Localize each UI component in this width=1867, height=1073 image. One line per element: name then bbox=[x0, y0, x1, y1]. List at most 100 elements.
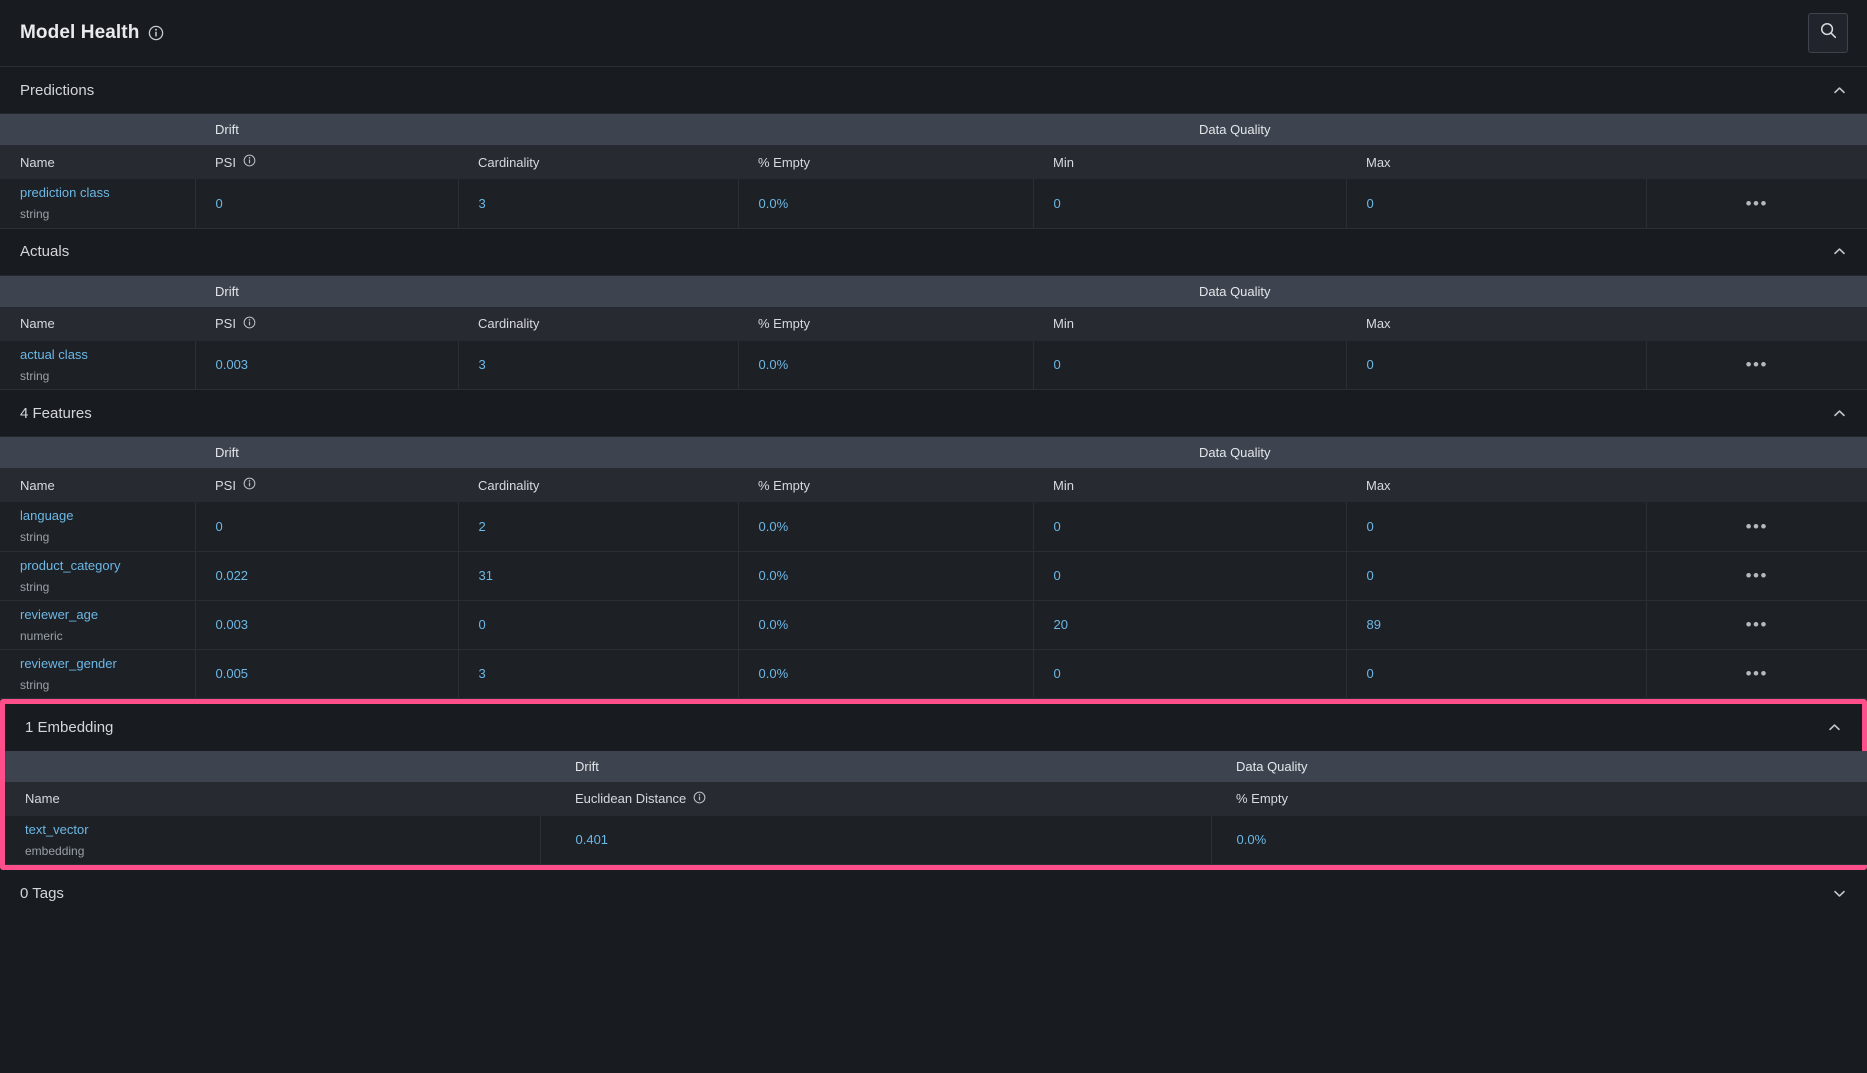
cell-max[interactable]: 0 bbox=[1346, 551, 1647, 601]
row-overflow-menu-icon[interactable]: ••• bbox=[1746, 567, 1768, 584]
col-psi[interactable]: PSI bbox=[195, 468, 458, 502]
col-pct-empty[interactable]: % Empty bbox=[1211, 782, 1867, 816]
cell-max[interactable]: 0 bbox=[1346, 649, 1647, 699]
feature-name-link[interactable]: reviewer_gender bbox=[20, 657, 195, 670]
cell-psi[interactable]: 0 bbox=[195, 502, 459, 552]
cell-psi[interactable]: 0.005 bbox=[195, 649, 459, 699]
cell-psi[interactable]: 0 bbox=[195, 179, 459, 229]
feature-name-link[interactable]: product_category bbox=[20, 559, 195, 572]
table-row: prediction class string 0 3 0.0% 0 0 ••• bbox=[0, 179, 1867, 229]
cell-max[interactable]: 0 bbox=[1346, 340, 1647, 390]
row-overflow-menu-icon[interactable]: ••• bbox=[1746, 665, 1768, 682]
cell-max[interactable]: 0 bbox=[1346, 502, 1647, 552]
feature-name-link[interactable]: language bbox=[20, 509, 195, 522]
col-name[interactable]: Name bbox=[0, 468, 195, 502]
cell-cardinality[interactable]: 3 bbox=[458, 340, 739, 390]
col-max[interactable]: Max bbox=[1346, 307, 1646, 341]
cell-actions: ••• bbox=[1646, 649, 1867, 699]
group-header-row: Drift Data Quality bbox=[0, 437, 1867, 468]
cell-psi[interactable]: 0.003 bbox=[195, 340, 459, 390]
col-cardinality[interactable]: Cardinality bbox=[458, 468, 738, 502]
col-pct-empty[interactable]: % Empty bbox=[738, 307, 1033, 341]
cell-pct-empty[interactable]: 0.0% bbox=[738, 179, 1034, 229]
row-overflow-menu-icon[interactable]: ••• bbox=[1746, 195, 1768, 212]
cell-pct-empty[interactable]: 0.0% bbox=[738, 340, 1034, 390]
col-psi-label: PSI bbox=[215, 316, 236, 331]
cell-pct-empty[interactable]: 0.0% bbox=[738, 551, 1034, 601]
cell-psi[interactable]: 0.003 bbox=[195, 600, 459, 650]
section-predictions: Predictions Drift Data Quality Name PSI … bbox=[0, 67, 1867, 229]
table-row: text_vector embedding 0.401 0.0% bbox=[5, 815, 1867, 865]
psi-info-icon[interactable] bbox=[243, 316, 256, 332]
col-psi[interactable]: PSI bbox=[195, 145, 458, 179]
chevron-up-icon[interactable] bbox=[1831, 244, 1847, 260]
cell-cardinality[interactable]: 3 bbox=[458, 179, 739, 229]
col-name[interactable]: Name bbox=[0, 145, 195, 179]
cell-min[interactable]: 0 bbox=[1033, 551, 1347, 601]
cell-cardinality[interactable]: 2 bbox=[458, 502, 739, 552]
search-button[interactable] bbox=[1808, 13, 1848, 53]
row-overflow-menu-icon[interactable]: ••• bbox=[1746, 518, 1768, 535]
psi-info-icon[interactable] bbox=[243, 154, 256, 170]
section-header-features[interactable]: 4 Features bbox=[0, 390, 1867, 437]
col-min[interactable]: Min bbox=[1033, 307, 1346, 341]
cell-pct-empty[interactable]: 0.0% bbox=[738, 649, 1034, 699]
chevron-up-icon[interactable] bbox=[1831, 405, 1847, 421]
table-actuals: Drift Data Quality Name PSI Cardinality … bbox=[0, 275, 1867, 390]
group-drift: Drift bbox=[215, 283, 239, 299]
col-name[interactable]: Name bbox=[5, 782, 540, 816]
cell-actions: ••• bbox=[1646, 551, 1867, 601]
chevron-up-icon[interactable] bbox=[1831, 82, 1847, 98]
info-icon[interactable] bbox=[148, 25, 164, 41]
cell-psi[interactable]: 0.022 bbox=[195, 551, 459, 601]
group-data-quality: Data Quality bbox=[1236, 758, 1308, 774]
euclidean-distance-info-icon[interactable] bbox=[693, 791, 706, 807]
cell-cardinality[interactable]: 0 bbox=[458, 600, 739, 650]
feature-name-link[interactable]: prediction class bbox=[20, 186, 195, 199]
cell-euclidean-distance[interactable]: 0.401 bbox=[540, 815, 1212, 865]
group-data-quality: Data Quality bbox=[1199, 445, 1271, 460]
feature-name-link[interactable]: actual class bbox=[20, 348, 195, 361]
feature-type-label: string bbox=[20, 368, 50, 383]
col-cardinality[interactable]: Cardinality bbox=[458, 307, 738, 341]
col-psi[interactable]: PSI bbox=[195, 307, 458, 341]
cell-cardinality[interactable]: 3 bbox=[458, 649, 739, 699]
col-max[interactable]: Max bbox=[1346, 468, 1646, 502]
cell-max[interactable]: 89 bbox=[1346, 600, 1647, 650]
section-header-embedding[interactable]: 1 Embedding bbox=[5, 703, 1862, 751]
cell-pct-empty[interactable]: 0.0% bbox=[738, 600, 1034, 650]
cell-min[interactable]: 0 bbox=[1033, 649, 1347, 699]
chevron-down-icon[interactable] bbox=[1831, 886, 1847, 902]
col-name[interactable]: Name bbox=[0, 307, 195, 341]
col-pct-empty[interactable]: % Empty bbox=[738, 468, 1033, 502]
col-min[interactable]: Min bbox=[1033, 468, 1346, 502]
section-features: 4 Features Drift Data Quality Name PSI C… bbox=[0, 390, 1867, 699]
cell-pct-empty[interactable]: 0.0% bbox=[1211, 815, 1867, 865]
cell-min[interactable]: 20 bbox=[1033, 600, 1347, 650]
psi-info-icon[interactable] bbox=[243, 477, 256, 493]
chevron-up-icon[interactable] bbox=[1826, 719, 1842, 735]
cell-min[interactable]: 0 bbox=[1033, 340, 1347, 390]
col-pct-empty[interactable]: % Empty bbox=[738, 145, 1033, 179]
cell-pct-empty[interactable]: 0.0% bbox=[738, 502, 1034, 552]
table-features: Drift Data Quality Name PSI Cardinality … bbox=[0, 437, 1867, 699]
feature-name-link[interactable]: reviewer_age bbox=[20, 608, 195, 621]
cell-cardinality[interactable]: 31 bbox=[458, 551, 739, 601]
cell-name: text_vector embedding bbox=[5, 815, 541, 865]
col-min[interactable]: Min bbox=[1033, 145, 1346, 179]
section-header-actuals[interactable]: Actuals bbox=[0, 228, 1867, 276]
col-max[interactable]: Max bbox=[1346, 145, 1646, 179]
cell-max[interactable]: 0 bbox=[1346, 179, 1647, 229]
row-overflow-menu-icon[interactable]: ••• bbox=[1746, 356, 1768, 373]
section-header-tags[interactable]: 0 Tags bbox=[0, 870, 1867, 917]
cell-min[interactable]: 0 bbox=[1033, 179, 1347, 229]
section-title: 4 Features bbox=[20, 404, 92, 422]
feature-name-link[interactable]: text_vector bbox=[25, 823, 540, 836]
feature-type-label: numeric bbox=[20, 628, 63, 643]
section-header-predictions[interactable]: Predictions bbox=[0, 67, 1867, 114]
col-euclidean-distance[interactable]: Euclidean Distance bbox=[540, 782, 1211, 816]
cell-name: reviewer_gender string bbox=[0, 649, 196, 699]
row-overflow-menu-icon[interactable]: ••• bbox=[1746, 616, 1768, 633]
cell-min[interactable]: 0 bbox=[1033, 502, 1347, 552]
col-cardinality[interactable]: Cardinality bbox=[458, 145, 738, 179]
